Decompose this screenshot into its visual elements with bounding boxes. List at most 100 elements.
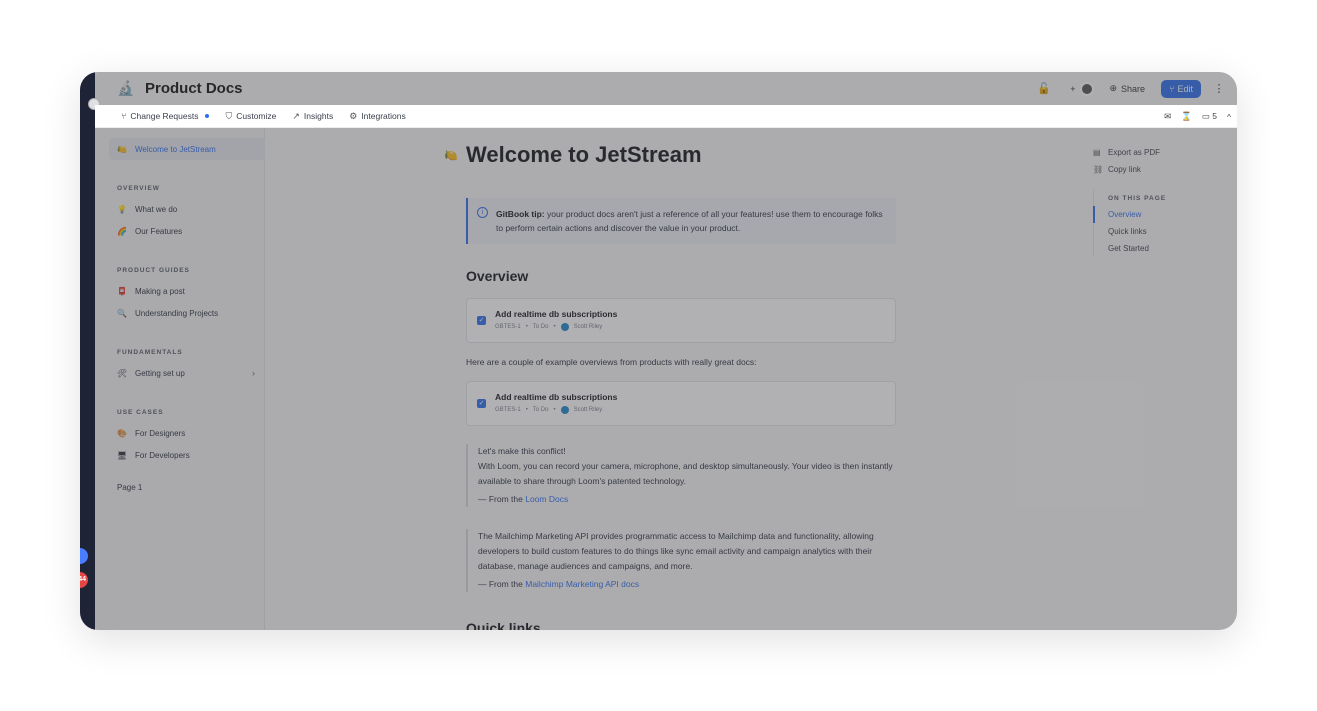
notification-badge[interactable]: 44 bbox=[80, 572, 88, 588]
space-title[interactable]: Product Docs bbox=[145, 80, 243, 97]
microscope-icon: 🔬 bbox=[117, 80, 135, 96]
edit-button[interactable]: ⑂ Edit bbox=[1161, 79, 1201, 98]
export-label: Export as PDF bbox=[1108, 148, 1161, 157]
edit-label: Edit bbox=[1177, 83, 1193, 94]
copy-link-label: Copy link bbox=[1108, 165, 1141, 174]
toc-heading: ON THIS PAGE bbox=[1108, 194, 1167, 202]
quote-block: The Mailchimp Marketing API provides pro… bbox=[466, 529, 896, 592]
section-heading-overview: Overview bbox=[466, 268, 529, 284]
quote-source-prefix: — From the bbox=[478, 494, 526, 504]
plus-icon: + bbox=[1070, 83, 1076, 94]
inbox-icon[interactable]: ✉ bbox=[1164, 111, 1171, 122]
comment-count: 5 bbox=[1212, 111, 1217, 121]
main-content: 🍋 Welcome to JetStream i GitBook tip: yo… bbox=[444, 142, 896, 630]
issue-meta: GBTES-1 • To Do • Scott Riley bbox=[495, 406, 895, 414]
issue-status: To Do bbox=[532, 407, 549, 413]
globe-icon: ⊕ bbox=[1109, 83, 1118, 93]
copy-link-button[interactable]: ⛓ Copy link bbox=[1093, 161, 1203, 178]
sidebar-item-label: Page 1 bbox=[117, 482, 143, 492]
integrations-label: Integrations bbox=[361, 111, 406, 121]
chevron-up-icon[interactable]: ^ bbox=[1227, 112, 1231, 122]
integrations-button[interactable]: ⚙ Integrations bbox=[349, 111, 406, 122]
history-icon[interactable]: ⌛ bbox=[1181, 111, 1192, 122]
status-dot bbox=[205, 114, 210, 118]
quote-source: — From the Mailchimp Marketing API docs bbox=[478, 577, 896, 592]
chart-icon: ↗ bbox=[292, 110, 300, 121]
add-collaborator[interactable]: + bbox=[1070, 81, 1094, 96]
sidebar-heading: OVERVIEW bbox=[117, 184, 160, 192]
sidebar-heading: USE CASES bbox=[117, 408, 164, 416]
assignee-avatar bbox=[560, 406, 569, 414]
sidebar-item-making-a-post[interactable]: 📮 Making a post bbox=[109, 280, 265, 302]
sidebar-heading: PRODUCT GUIDES bbox=[117, 266, 190, 274]
share-label: Share bbox=[1121, 83, 1146, 94]
toc-item-overview[interactable]: Overview bbox=[1093, 206, 1203, 223]
issue-card[interactable]: ✓ Add realtime db subscriptions GBTES-1 … bbox=[466, 381, 896, 426]
insights-label: Insights bbox=[303, 111, 334, 121]
brush-icon: ⛉ bbox=[225, 110, 233, 121]
magnifier-icon: 🔍 bbox=[117, 308, 127, 318]
export-pdf-button[interactable]: ▤ Export as PDF bbox=[1093, 144, 1203, 161]
share-button[interactable]: ⊕ Share bbox=[1104, 80, 1152, 97]
sidebar-item-welcome[interactable]: 🍋 Welcome to JetStream bbox=[109, 138, 265, 160]
toc-item-quick-links[interactable]: Quick links bbox=[1094, 223, 1203, 240]
lock-icon[interactable]: 🔓 bbox=[1036, 82, 1052, 95]
sidebar-item-our-features[interactable]: 🌈 Our Features bbox=[109, 220, 265, 242]
mailchimp-docs-link[interactable]: Mailchimp Marketing API docs bbox=[525, 579, 639, 589]
separator: • bbox=[553, 407, 556, 413]
sidebar: 🍋 Welcome to JetStream OVERVIEW 💡 What w… bbox=[95, 128, 265, 630]
monitor-icon: 🖥 bbox=[117, 450, 128, 460]
branch-icon: ⑂ bbox=[121, 111, 127, 121]
sidebar-item-for-developers[interactable]: 🖥 For Developers bbox=[109, 444, 265, 466]
sidebar-item-label: Understanding Projects bbox=[135, 308, 219, 318]
separator: • bbox=[525, 407, 528, 413]
sidebar-item-label: Welcome to JetStream bbox=[135, 144, 216, 154]
toc-item-get-started[interactable]: Get Started bbox=[1094, 240, 1203, 257]
chevron-right-icon[interactable]: › bbox=[252, 368, 255, 378]
sidebar-item-what-we-do[interactable]: 💡 What we do bbox=[109, 198, 265, 220]
sidebar-item-page-1[interactable]: Page 1 bbox=[109, 476, 265, 498]
quote-line: Let's make this conflict! bbox=[478, 446, 566, 456]
sidebar-item-label: What we do bbox=[135, 204, 178, 214]
quote-source-prefix: — From the bbox=[478, 579, 526, 589]
sidebar-item-label: Making a post bbox=[135, 286, 185, 296]
avatar bbox=[1079, 81, 1094, 96]
loom-docs-link[interactable]: Loom Docs bbox=[525, 494, 568, 504]
change-requests-label: Change Requests bbox=[130, 111, 199, 121]
sidebar-item-for-designers[interactable]: 🎨 For Designers bbox=[109, 422, 265, 444]
comments-button[interactable]: ▭ 5 bbox=[1202, 111, 1217, 122]
checkbox-icon: ✓ bbox=[477, 399, 486, 408]
page-heading: Welcome to JetStream bbox=[466, 142, 702, 167]
tools-icon: 🛠 bbox=[117, 368, 128, 378]
insights-button[interactable]: ↗ Insights bbox=[292, 111, 333, 122]
change-requests-button[interactable]: ⑂ Change Requests bbox=[121, 111, 210, 121]
page-title: 🍋 Welcome to JetStream bbox=[444, 142, 896, 168]
sidebar-heading: FUNDAMENTALS bbox=[117, 348, 183, 356]
rail-avatar[interactable] bbox=[80, 548, 88, 564]
hint-text: your product docs aren't just a referenc… bbox=[496, 209, 883, 233]
sidebar-item-label: For Designers bbox=[135, 428, 186, 438]
app-window: 44 🔬 Product Docs 🔓 + ⊕ Share ⑂ Edit ⋮ ⑂… bbox=[80, 72, 1237, 630]
page-outline: ▤ Export as PDF ⛓ Copy link ON THIS PAGE… bbox=[1093, 144, 1203, 257]
issue-assignee: Scott Riley bbox=[573, 324, 603, 330]
issue-key: GBTES-1 bbox=[495, 324, 521, 330]
branch-icon: ⑂ bbox=[1169, 83, 1175, 94]
sub-toolbar: ⑂ Change Requests ⛉ Customize ↗ Insights… bbox=[95, 105, 1237, 128]
more-icon[interactable]: ⋮ bbox=[1211, 82, 1227, 95]
lemon-icon[interactable]: 🍋 bbox=[444, 149, 458, 162]
sidebar-item-label: Our Features bbox=[135, 226, 183, 236]
issue-assignee: Scott Riley bbox=[573, 407, 603, 413]
customize-button[interactable]: ⛉ Customize bbox=[225, 111, 276, 122]
issue-card[interactable]: ✓ Add realtime db subscriptions GBTES-1 … bbox=[466, 298, 896, 343]
left-rail: 44 bbox=[80, 72, 95, 630]
pdf-icon: ▤ bbox=[1093, 148, 1101, 157]
quote-line: The Mailchimp Marketing API provides pro… bbox=[478, 531, 874, 571]
customize-label: Customize bbox=[236, 111, 277, 121]
quote-line: With Loom, you can record your camera, m… bbox=[478, 461, 893, 486]
sidebar-item-getting-set-up[interactable]: 🛠 Getting set up › bbox=[109, 362, 265, 384]
rainbow-icon: 🌈 bbox=[117, 226, 127, 236]
comment-icon: ▭ bbox=[1201, 111, 1210, 121]
link-icon: ⛓ bbox=[1093, 165, 1104, 174]
sidebar-item-label: Getting set up bbox=[135, 368, 185, 378]
sidebar-item-understanding-projects[interactable]: 🔍 Understanding Projects bbox=[109, 302, 265, 324]
